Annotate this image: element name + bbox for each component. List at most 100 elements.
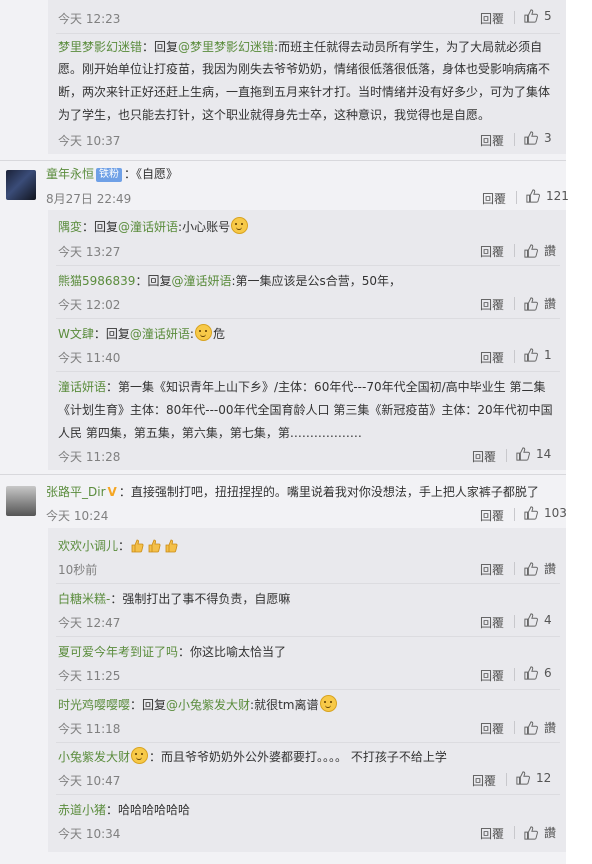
- divider: [514, 826, 515, 839]
- mention-link[interactable]: @小兔紫发大财: [166, 698, 250, 712]
- like-button[interactable]: 6: [524, 666, 552, 680]
- like-button[interactable]: 讚: [524, 295, 556, 312]
- divider: [514, 244, 515, 257]
- like-button[interactable]: 3: [524, 131, 552, 145]
- divider: [0, 474, 566, 475]
- thumbs-up-icon: [524, 561, 538, 576]
- avatar[interactable]: [6, 170, 36, 200]
- like-count: 讚: [544, 721, 557, 735]
- like-button[interactable]: 103: [524, 506, 567, 520]
- verified-icon: V: [107, 485, 117, 499]
- divider: [56, 794, 560, 795]
- reply-button[interactable]: 回覆: [480, 349, 504, 366]
- reply-text-line: 断，两次来针正好还赶上生病，一直拖到五月来针才打。当时情绪并没有好多少，可为了集…: [58, 85, 551, 99]
- reply-username[interactable]: 时光鸡嘤嘤嘤: [58, 698, 130, 712]
- thumbs-up-icon: [524, 666, 538, 680]
- timestamp: 今天 10:24: [46, 509, 109, 523]
- reply-button[interactable]: 回覆: [480, 825, 504, 842]
- timestamp: 10秒前: [58, 563, 98, 577]
- reply-button[interactable]: 回覆: [480, 667, 504, 684]
- like-button[interactable]: 讚: [524, 242, 556, 259]
- timestamp: 今天 12:23: [58, 12, 121, 26]
- reply-button[interactable]: 回覆: [480, 507, 504, 524]
- reply-text-line: ：第一集《知识青年上山下乡》/主体：60年代---70年代全国初/高中毕业生 第…: [106, 380, 546, 394]
- reply-username[interactable]: 熊猫5986839: [58, 274, 135, 288]
- timestamp: 今天 12:47: [58, 616, 121, 630]
- divider: [56, 371, 560, 372]
- reply-prefix: ：回复: [82, 220, 119, 234]
- like-button[interactable]: 1: [524, 348, 552, 362]
- emoji-icon: [319, 695, 337, 712]
- reply-username[interactable]: 潼话妍语: [58, 380, 106, 394]
- reply-button[interactable]: 回覆: [480, 132, 504, 149]
- emoji-icon: [131, 747, 149, 764]
- divider: [514, 721, 515, 734]
- reply-text: 隅変：回复@潼话妍语:小心账号: [58, 216, 249, 238]
- reply-button[interactable]: 回覆: [480, 10, 504, 27]
- timestamp: 今天 11:40: [58, 351, 121, 365]
- reply-username[interactable]: 小兔紫发大财: [58, 750, 130, 764]
- like-button[interactable]: 讚: [524, 719, 556, 736]
- mention-link[interactable]: @潼话妍语: [118, 220, 178, 234]
- comment-body: ：《自愿》: [124, 167, 179, 181]
- reply-username[interactable]: 白糖米糕-: [58, 592, 110, 606]
- reply-username[interactable]: 夏可爱今年考到证了吗: [58, 645, 178, 659]
- reply-text-line: 愿。刚开始单位让打疫苗，我因为刚失去爷爷奶奶，情绪很低落很低落，身体也受影响病痛…: [58, 62, 551, 76]
- thumbs-up-icon: [516, 447, 530, 461]
- like-button[interactable]: 14: [516, 447, 551, 461]
- reply-prefix: ：回复: [135, 274, 172, 288]
- reply-button[interactable]: 回覆: [480, 614, 504, 631]
- reply-username[interactable]: W文肆: [58, 327, 94, 341]
- reply-username[interactable]: 欢欢小调儿: [58, 539, 118, 553]
- timestamp: 今天 10:47: [58, 774, 121, 788]
- reply-button[interactable]: 回覆: [482, 190, 506, 207]
- reply-button[interactable]: 回覆: [480, 720, 504, 737]
- divider: [514, 297, 515, 310]
- reply-button[interactable]: 回覆: [472, 448, 496, 465]
- like-button[interactable]: 讚: [524, 560, 556, 577]
- reply-username[interactable]: 隅変: [58, 220, 82, 234]
- divider: [514, 133, 515, 146]
- reply-text: 赤道小猪：哈哈哈哈哈哈: [58, 799, 190, 821]
- like-button[interactable]: 12: [516, 771, 551, 785]
- like-count: 4: [544, 613, 552, 627]
- divider: [514, 11, 515, 24]
- reply-button[interactable]: 回覆: [472, 772, 496, 789]
- like-button[interactable]: 4: [524, 613, 552, 627]
- thumbs-up-icon: [524, 348, 538, 362]
- reply-button[interactable]: 回覆: [480, 243, 504, 260]
- reply-username[interactable]: 赤道小猪: [58, 803, 106, 817]
- mention-link[interactable]: @潼话妍语: [130, 327, 190, 341]
- like-button[interactable]: 5: [524, 9, 552, 23]
- like-button[interactable]: 121: [526, 189, 569, 203]
- like-count: 14: [536, 447, 552, 461]
- reply-text: 欢欢小调儿：: [58, 535, 181, 557]
- avatar[interactable]: [6, 486, 36, 516]
- reply-body: ：: [118, 539, 131, 553]
- reply-username[interactable]: 梦里梦影幻迷错: [58, 40, 142, 54]
- divider: [514, 562, 515, 575]
- reply-text: 熊猫5986839：回复@潼话妍语:第一集应该是公s合营，50年，: [58, 270, 401, 292]
- divider: [56, 636, 560, 637]
- mention-link[interactable]: @梦里梦影幻迷错: [178, 40, 274, 54]
- thumbs-up-icon: [526, 189, 540, 203]
- thumbs-up-emoji-icon: [165, 539, 178, 553]
- mention-link[interactable]: @潼话妍语: [171, 274, 231, 288]
- divider: [56, 318, 560, 319]
- reply-body: ：强制打出了事不得负责，自愿嘛: [110, 592, 291, 606]
- reply-button[interactable]: 回覆: [480, 561, 504, 578]
- comment-username[interactable]: 童年永恒: [46, 167, 94, 181]
- thumbs-up-icon: [524, 243, 538, 258]
- like-button[interactable]: 讚: [524, 824, 556, 841]
- emoji-icon: [194, 324, 212, 341]
- reply-button[interactable]: 回覆: [480, 296, 504, 313]
- divider: [56, 33, 560, 34]
- divider: [514, 615, 515, 628]
- thumbs-up-icon: [524, 9, 538, 23]
- comment-username[interactable]: 张路平_Dir: [46, 485, 106, 499]
- divider: [514, 508, 515, 521]
- divider: [516, 191, 517, 204]
- reply-text: 梦里梦影幻迷错：回复@梦里梦影幻迷错:而班主任就得去动员所有学生，为了大局就必须…: [58, 36, 542, 58]
- timestamp: 今天 13:27: [58, 245, 121, 259]
- reply-text: 夏可爱今年考到证了吗：你这比喻太恰当了: [58, 641, 286, 663]
